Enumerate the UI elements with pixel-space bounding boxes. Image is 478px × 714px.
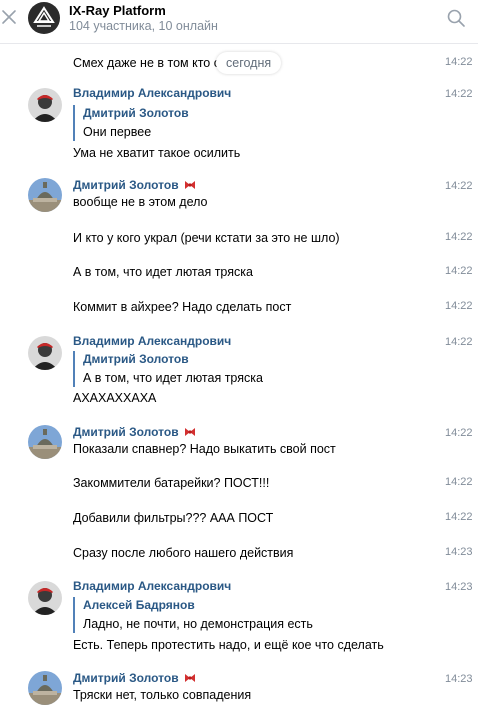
message[interactable]: Сразу после любого нашего действия 14:23 [0,544,478,566]
reply-quote[interactable]: Дмитрий Золотов А в том, что идет лютая … [73,351,263,387]
message[interactable]: Владимир Александрович 14:22 Дмитрий Зол… [0,332,478,408]
message-text: Есть. Теперь протестить надо, и ещё кое … [73,638,384,652]
message[interactable]: Дмитрий Золотов 14:23 Тряски нет, только… [0,669,478,709]
message-author[interactable]: Владимир Александрович [73,579,231,593]
message[interactable]: А в том, что идет лютая тряска 14:22 [0,263,478,285]
message-text: А в том, что идет лютая тряска [73,265,253,279]
message[interactable]: Коммит в айхрее? Надо сделать пост 14:22 [0,298,478,320]
bow-emoji-icon [184,674,195,682]
avatar[interactable] [28,336,62,370]
message-time: 14:22 [445,427,473,439]
chat-logo-avatar[interactable] [28,2,60,34]
quote-author: Дмитрий Золотов [83,106,189,120]
chat-title[interactable]: IX-Ray Platform [69,3,166,18]
message-author[interactable]: Дмитрий Золотов [73,671,196,685]
message[interactable]: Владимир Александрович 14:23 Алексей Бад… [0,577,478,655]
message[interactable]: Закоммители батарейки? ПОСТ!!! 14:22 [0,474,478,496]
quote-author: Алексей Бадрянов [83,598,195,612]
message-time: 14:22 [445,265,473,277]
date-divider: сегодня [216,52,282,74]
message-text: Ума не хватит такое осилить [73,146,241,160]
message-text: вообще не в этом дело [73,195,208,209]
message[interactable]: Добавили фильтры??? ААА ПОСТ 14:22 [0,509,478,531]
message-author[interactable]: Владимир Александрович [73,334,231,348]
avatar[interactable] [28,178,62,212]
message-time: 14:22 [445,88,473,100]
message[interactable]: Дмитрий Золотов 14:22 Показали спавнер? … [0,423,478,459]
avatar[interactable] [28,88,62,122]
message-author[interactable]: Дмитрий Золотов [73,178,196,192]
chat-header: IX-Ray Platform 104 участника, 10 онлайн [0,0,478,44]
message-time: 14:22 [445,180,473,192]
author-name: Дмитрий Золотов [73,671,179,685]
reply-quote[interactable]: Алексей Бадрянов Ладно, не почти, но дем… [73,597,313,633]
avatar[interactable] [28,671,62,705]
message-author[interactable]: Владимир Александрович [73,86,231,100]
quote-text: Ладно, не почти, но демонстрация есть [83,617,313,631]
quote-text: Они первее [83,125,152,139]
reply-quote[interactable]: Дмитрий Золотов Они первее [73,105,189,141]
message-text: Показали спавнер? Надо выкатить свой пос… [73,442,336,456]
message-text: И кто у кого украл (речи кстати за это н… [73,231,340,245]
message-author[interactable]: Дмитрий Золотов [73,425,196,439]
close-icon[interactable] [0,8,18,26]
quote-author: Дмитрий Золотов [83,352,189,366]
message[interactable]: И кто у кого украл (речи кстати за это н… [0,229,478,251]
message-time: 14:22 [445,476,473,488]
avatar[interactable] [28,425,62,459]
message-text: Тряски нет, только совпадения [73,688,252,702]
message-text: Добавили фильтры??? ААА ПОСТ [73,511,274,525]
message-time: 14:22 [445,300,473,312]
message-time: 14:22 [445,231,473,243]
author-name: Дмитрий Золотов [73,425,179,439]
message-time: 14:23 [445,546,473,558]
message-time: 14:22 [445,511,473,523]
avatar[interactable] [28,581,62,615]
quote-text: А в том, что идет лютая тряска [83,371,263,385]
message[interactable]: Дмитрий Золотов 14:22 вообще не в этом д… [0,176,478,212]
message-text: АХАХАХХАХА [73,391,157,405]
message[interactable]: Владимир Александрович 14:22 Дмитрий Зол… [0,84,478,164]
message-time: 14:22 [445,336,473,348]
message-text: Сразу после любого нашего действия [73,546,294,560]
chat-member-count[interactable]: 104 участника, 10 онлайн [69,19,218,33]
search-icon[interactable] [446,8,466,28]
bow-emoji-icon [184,428,195,436]
bow-emoji-icon [184,181,195,189]
message-time: 14:23 [445,673,473,685]
author-name: Дмитрий Золотов [73,178,179,192]
message-text: Закоммители батарейки? ПОСТ!!! [73,476,270,490]
message-text: Коммит в айхрее? Надо сделать пост [73,300,292,314]
message-time: 14:22 [445,56,473,68]
message-time: 14:23 [445,581,473,593]
